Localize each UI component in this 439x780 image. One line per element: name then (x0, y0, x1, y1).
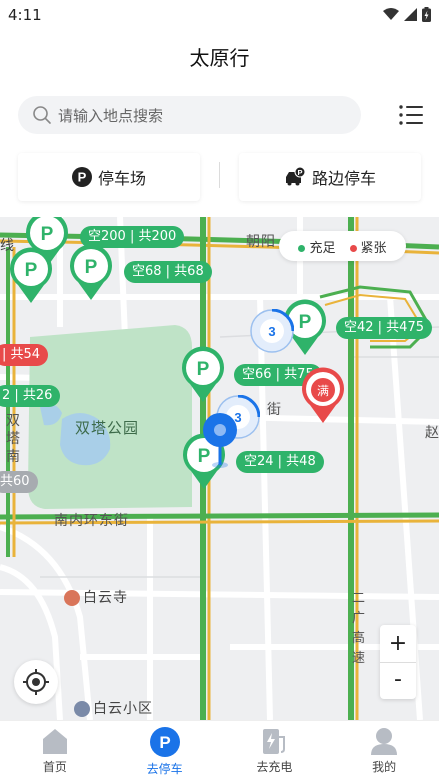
community-icon (74, 701, 90, 717)
nav-charging[interactable]: 去充电 (220, 721, 330, 780)
temple-icon (64, 590, 80, 606)
lot-count-pill[interactable]: 空42 | 共475 (336, 317, 432, 339)
cluster-count: 3 (268, 324, 275, 339)
svg-text:P: P (78, 170, 87, 185)
nav-charging-label: 去充电 (256, 760, 293, 774)
cluster-marker[interactable]: 3 (250, 309, 294, 353)
poi-temple[interactable]: 白云寺 (64, 587, 128, 607)
page-title: 太原行 (189, 46, 250, 70)
nav-mine-label: 我的 (372, 760, 397, 774)
map-legend: 充足 紧张 (279, 231, 406, 261)
lot-count-pill[interactable]: 空68 | 共68 (124, 261, 212, 283)
locate-button[interactable] (14, 660, 58, 704)
parking-marker[interactable]: P (8, 247, 54, 305)
tab-parking-lot-label: 停车场 (97, 169, 146, 188)
nav-parking[interactable]: P 去停车 (110, 721, 220, 780)
map-label-park: 双塔公园 (75, 419, 140, 437)
roadside-parking-icon: P (285, 167, 306, 186)
nav-home-label: 首页 (42, 760, 67, 774)
svg-text:P: P (25, 260, 38, 281)
legend-tight-label: 紧张 (360, 240, 387, 256)
poi-community-label: 白云小区 (93, 701, 153, 717)
zoom-control: + - (380, 625, 416, 699)
full-marker-label: 满 (317, 384, 329, 398)
svg-text:P: P (299, 312, 312, 333)
parking-marker[interactable]: P (68, 244, 114, 302)
bottom-nav: 首页 P 去停车 去充电 我的 (0, 720, 439, 780)
legend-sufficient: 充足 (298, 237, 336, 256)
tab-parking-lot[interactable]: P 停车场 (18, 153, 200, 201)
map-label-shuangta-south: 双塔南 (6, 413, 21, 465)
svg-text:P: P (197, 359, 210, 380)
list-menu-icon[interactable] (398, 103, 424, 127)
tab-divider (219, 162, 220, 188)
lot-count-pill[interactable]: | 共54 (0, 344, 49, 366)
svg-text:P: P (41, 224, 54, 245)
search-placeholder: 请输入地点搜索 (58, 106, 164, 125)
map-label-chaoyang: 朝阳 (246, 234, 276, 250)
map-label-jie: 街 (267, 402, 282, 418)
nav-parking-label: 去停车 (146, 762, 183, 776)
signal-icon (404, 8, 417, 21)
poi-temple-label: 白云寺 (83, 590, 128, 606)
tab-roadside-parking-label: 路边停车 (311, 169, 376, 188)
battery-icon (422, 7, 431, 22)
map-view[interactable]: 线 朝阳 双塔公园 南内环东街 双塔南 街 赵 二广高速 白云寺 白云小区 充足… (0, 217, 439, 720)
status-time: 4:11 (8, 6, 42, 24)
legend-tight: 紧张 (349, 237, 387, 256)
search-icon (33, 106, 51, 124)
lot-count-pill[interactable]: 共60 (0, 471, 38, 493)
nav-home[interactable]: 首页 (0, 721, 110, 780)
crosshair-icon (23, 669, 49, 695)
location-pin-icon (203, 413, 237, 468)
poi-community[interactable]: 白云小区 (74, 698, 153, 718)
app-screen: 4:11 太原行 请输入地点搜索 P 停车场 P 路边停车 线 朝阳 双塔公园 … (0, 0, 439, 780)
parking-icon: P (71, 167, 92, 187)
tab-roadside-parking[interactable]: P 路边停车 (239, 153, 421, 201)
legend-sufficient-label: 充足 (309, 240, 336, 256)
legend-dot-green (298, 244, 306, 252)
status-bar: 4:11 (0, 0, 439, 32)
svg-text:P: P (159, 733, 170, 752)
status-icons (383, 7, 431, 22)
map-label-gaosu: 二广高速 (352, 591, 367, 666)
zoom-in-button[interactable]: + (380, 625, 416, 662)
map-label-zhao: 赵 (425, 425, 439, 441)
full-parking-marker[interactable]: 满 (300, 367, 346, 425)
user-icon (371, 728, 398, 755)
zoom-out-button[interactable]: - (380, 663, 416, 699)
parking-nav-icon: P (149, 727, 180, 757)
svg-text:P: P (297, 168, 302, 177)
lot-count-pill[interactable]: 2 | 共26 (0, 385, 61, 407)
wifi-icon (383, 8, 399, 20)
nav-mine[interactable]: 我的 (329, 721, 439, 780)
lot-count-pill[interactable]: 空24 | 共48 (236, 451, 324, 473)
home-icon (42, 729, 67, 754)
svg-text:P: P (85, 257, 98, 278)
search-input[interactable]: 请输入地点搜索 (18, 96, 361, 134)
legend-dot-red (349, 244, 357, 252)
charging-station-icon (263, 729, 286, 754)
map-label-nanneihuan: 南内环东街 (54, 513, 129, 529)
